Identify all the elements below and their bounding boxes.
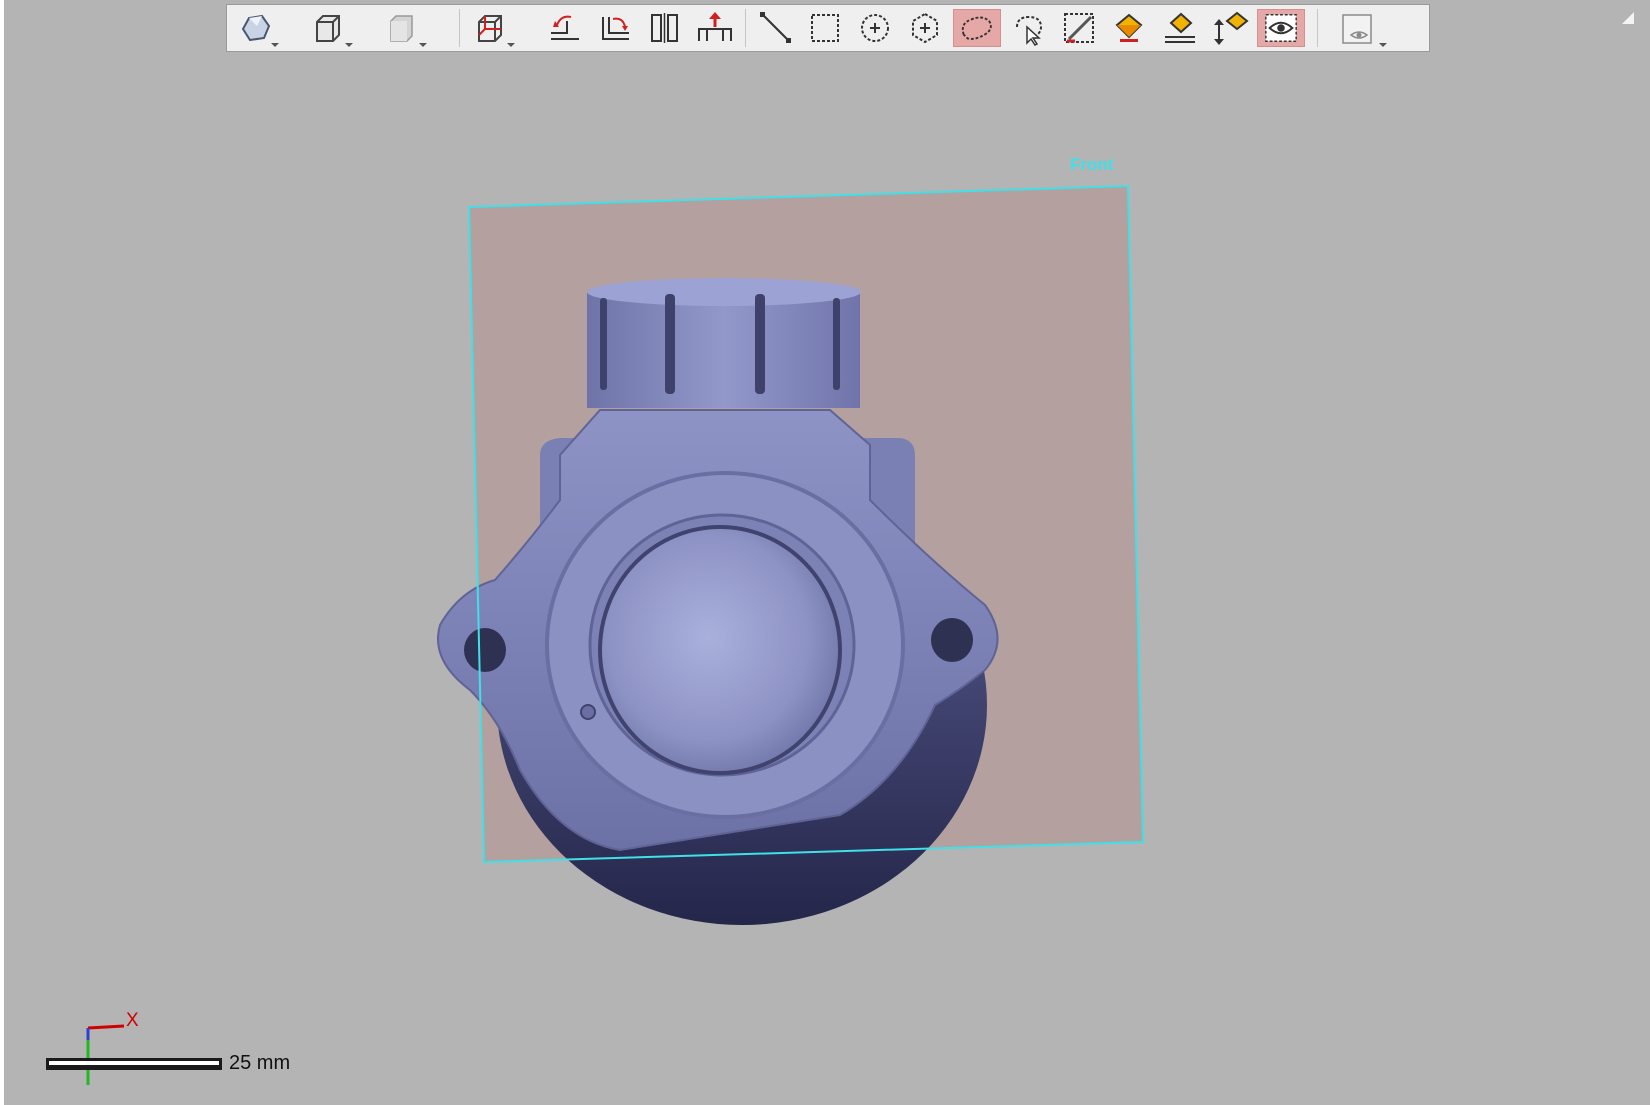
flip-plane-icon xyxy=(602,17,629,40)
rotate-plane-button[interactable] xyxy=(543,9,587,47)
view-shaded-icon xyxy=(241,14,271,42)
line-select-button[interactable] xyxy=(753,9,797,47)
lasso-select-icon xyxy=(961,16,992,40)
circle-select-icon xyxy=(861,14,889,42)
plane-label: Front xyxy=(1070,155,1114,174)
paint-select-button[interactable] xyxy=(1007,9,1051,47)
fill-color-button[interactable] xyxy=(1107,9,1151,47)
rectangle-select-button[interactable] xyxy=(803,9,847,47)
view-shaded-button[interactable] xyxy=(231,9,281,47)
axis-x-label: X xyxy=(126,1010,139,1031)
toolbar-separator xyxy=(745,9,746,47)
fill-plane-button[interactable] xyxy=(1157,9,1201,47)
split-plane-icon xyxy=(651,13,678,43)
display-options-button[interactable] xyxy=(1327,9,1387,47)
visibility-eye-icon xyxy=(1265,14,1297,42)
axis-triad xyxy=(86,1024,125,1085)
fill-plane-icon xyxy=(1165,12,1195,43)
part-mount-hole-left xyxy=(464,628,506,672)
brush-select-icon xyxy=(1064,13,1094,43)
paint-select-icon xyxy=(1016,15,1043,46)
axis-x-line xyxy=(87,1024,125,1030)
view-toolbar xyxy=(226,4,1430,52)
polygon-select-icon xyxy=(912,12,938,44)
extrude-plane-icon xyxy=(698,12,732,41)
display-options-icon xyxy=(1342,14,1372,44)
part-small-pin xyxy=(580,704,596,720)
toolbar-separator xyxy=(1317,9,1318,47)
resize-corner-icon[interactable] xyxy=(1622,12,1634,24)
extrude-plane-button[interactable] xyxy=(693,9,737,47)
view-wireframe-box-icon xyxy=(478,15,502,42)
view-cube-button[interactable] xyxy=(305,9,355,47)
flip-plane-button[interactable] xyxy=(593,9,637,47)
part-center-cap xyxy=(598,525,842,775)
lasso-select-button[interactable] xyxy=(953,9,1001,47)
view-solid-icon xyxy=(390,15,413,42)
rectangle-select-icon xyxy=(811,14,839,42)
view-solid-button[interactable] xyxy=(379,9,429,47)
toolbar-separator xyxy=(459,9,460,47)
part-mount-hole-right xyxy=(931,618,973,662)
view-cube-icon xyxy=(316,15,340,42)
scale-text: 25 mm xyxy=(229,1052,291,1074)
fill-adjust-button[interactable] xyxy=(1207,9,1251,47)
line-select-icon xyxy=(760,12,791,43)
polygon-select-button[interactable] xyxy=(903,9,947,47)
scene-canvas xyxy=(437,184,1145,925)
view-wireframe-button[interactable] xyxy=(467,9,517,47)
part-top-tube-rim xyxy=(587,278,861,306)
visibility-button[interactable] xyxy=(1257,9,1305,47)
split-plane-button[interactable] xyxy=(643,9,687,47)
brush-select-button[interactable] xyxy=(1057,9,1101,47)
scale-bar xyxy=(46,1058,222,1070)
scene xyxy=(4,0,1650,1105)
rotate-plane-icon xyxy=(551,15,579,40)
fill-color-icon xyxy=(1115,13,1143,42)
circle-select-button[interactable] xyxy=(853,9,897,47)
fill-adjust-icon xyxy=(1214,11,1249,45)
3d-viewport[interactable]: Front X 25 mm xyxy=(4,0,1650,1105)
